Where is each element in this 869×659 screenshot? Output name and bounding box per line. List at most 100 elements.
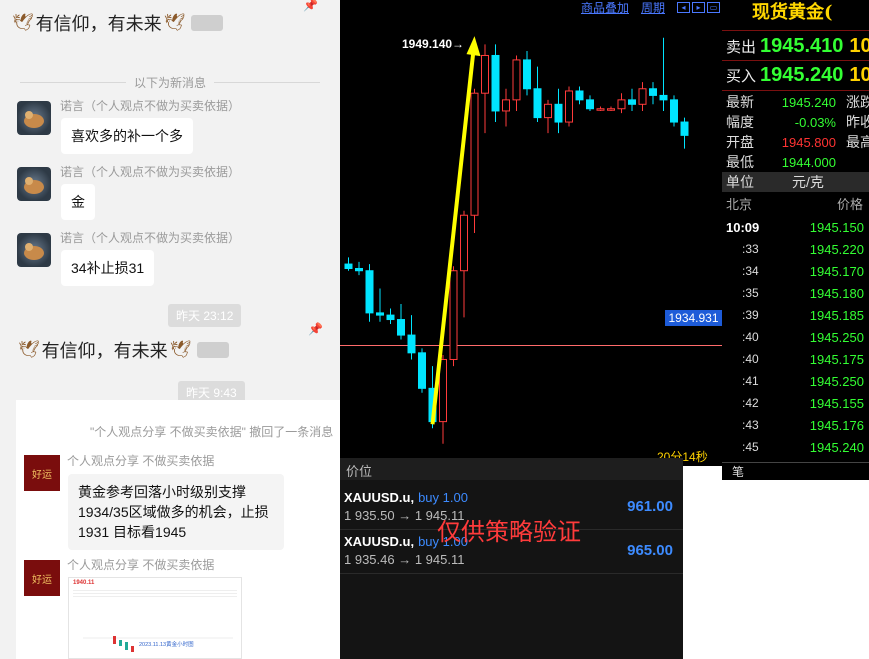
position-side: buy 1.00 — [418, 490, 468, 505]
blank-area — [683, 480, 869, 659]
candlestick-chart-panel[interactable]: 商品叠加 周期 ◂ ▸ ▭ — [340, 0, 722, 466]
timestamp: 昨天 23:12 — [168, 304, 242, 327]
positions-header: 价位 — [340, 458, 683, 480]
tick-price: 1945.176 — [809, 417, 864, 433]
candle-body — [365, 270, 374, 314]
candle-body — [628, 99, 636, 105]
sell-quote[interactable]: 卖出 1945.410 10 — [722, 30, 869, 61]
message-bubble[interactable]: 34补止损31 — [61, 250, 155, 286]
mini-chart — [83, 636, 233, 652]
user-avatar[interactable] — [17, 101, 51, 135]
candle-body — [344, 263, 353, 270]
position-symbol: XAUUSD.u, — [344, 534, 415, 549]
current-price-tag: 1934.931 — [665, 310, 722, 326]
candle-body — [575, 90, 584, 101]
sender-name: 诺言（个人观点不做为买卖依据） — [60, 165, 241, 179]
chart-screenshot-thumbnail[interactable]: 1940.11 2023.11.13黄金小时图 — [68, 577, 242, 659]
tick-time: :33 — [742, 242, 759, 256]
pinned-message-1[interactable]: 🕊 有信仰，有未来 🕊 — [12, 10, 224, 36]
stat-low: 最低 1944.000 — [726, 154, 836, 170]
new-messages-divider: 以下为新消息 — [20, 74, 321, 91]
tick-price: 1945.220 — [809, 241, 864, 257]
position-symbol: XAUUSD.u, — [344, 490, 415, 505]
candle-body — [407, 334, 416, 354]
tick-header: 北京 价格 — [726, 197, 863, 212]
position-profit: 965.00 — [627, 542, 673, 559]
tick-price: 1945.175 — [809, 351, 864, 367]
pin-icon[interactable]: 📌 — [308, 322, 323, 336]
position-profit: 961.00 — [627, 498, 673, 515]
candle-body — [355, 268, 363, 272]
tick-footer: 笔 — [722, 462, 869, 480]
pin-icon[interactable]: 📌 — [303, 0, 318, 12]
candle-body — [617, 99, 626, 110]
positions-panel: 价位 XAUUSD.u, buy 1.00 1 935.50 → 1 945.11… — [340, 458, 683, 659]
stat-latest: 最新 1945.240 涨跌 — [726, 94, 869, 110]
recall-notice: "个人观点分享 不做买卖依据" 撤回了一条消息 — [90, 425, 334, 439]
stat-open: 开盘 1945.800 最高 — [726, 134, 869, 150]
candle-body — [659, 94, 668, 101]
sender-name: 个人观点分享 不做买卖依据 — [67, 558, 215, 572]
tick-time: :43 — [742, 418, 759, 432]
tick-time: 10:09 — [726, 219, 760, 235]
bird-icon: 🕊 — [169, 340, 192, 359]
tick-row: 10:09 1945.150 — [722, 216, 869, 238]
tick-row: :45 1945.240 — [722, 436, 869, 458]
sender-name: 诺言（个人观点不做为买卖依据） — [60, 231, 241, 245]
blurred-name — [197, 342, 230, 358]
sender-name: 个人观点分享 不做买卖依据 — [67, 454, 215, 468]
candle-body — [680, 121, 689, 136]
tick-time: :35 — [742, 286, 759, 300]
tick-time: :41 — [742, 374, 759, 388]
tick-price: 1945.185 — [809, 307, 864, 323]
tick-time: :40 — [742, 352, 759, 366]
candle-body — [376, 312, 384, 316]
candle-body — [638, 88, 647, 105]
tick-row: :43 1945.176 — [722, 414, 869, 436]
chat-panel: 🕊 有信仰，有未来 🕊 📌 以下为新消息 诺言（个人观点不做为买卖依据） 喜欢多… — [0, 0, 340, 659]
tick-price: 1945.170 — [809, 263, 864, 279]
bird-icon: 🕊 — [18, 340, 40, 359]
message-bubble[interactable]: 金 — [61, 184, 95, 220]
candle-body — [502, 99, 510, 112]
candle-body — [649, 88, 657, 96]
bird-icon: 🕊 — [12, 13, 34, 32]
buy-quote[interactable]: 买入 1945.240 10 — [722, 60, 869, 91]
message-bubble[interactable]: 黄金参考回落小时级别支撑1934/35区域做多的机会，止损1931 目标看194… — [68, 474, 284, 550]
candle-body — [565, 90, 573, 123]
mini-caption: 2023.11.13黄金小时图 — [139, 642, 194, 648]
user-avatar[interactable] — [17, 167, 51, 201]
bird-icon: 🕊 — [163, 13, 186, 32]
candle-body — [596, 108, 605, 111]
tick-price: 1945.150 — [809, 219, 864, 235]
user-avatar[interactable] — [17, 233, 51, 267]
message-bubble[interactable]: 喜欢多的补一个多 — [61, 118, 193, 154]
watermark-text: 仅供策略验证 — [437, 518, 581, 546]
quote-panel: 现货黄金( 卖出 1945.410 10 买入 1945.240 10 最新 19… — [722, 0, 869, 480]
analyst-avatar[interactable]: 好运 — [24, 560, 60, 596]
tick-time: :45 — [742, 440, 759, 454]
pinned-message-2[interactable]: 🕊 有信仰，有未来 🕊 — [18, 337, 230, 363]
position-prices: 1 935.46 → 1 945.11 — [344, 552, 465, 567]
candle-body — [607, 108, 615, 111]
tick-row: :41 1945.250 — [722, 370, 869, 392]
candle-body — [418, 352, 426, 389]
tick-time: :42 — [742, 396, 759, 410]
analyst-avatar[interactable]: 好运 — [24, 455, 60, 491]
candle-body — [460, 214, 468, 272]
candle-body — [670, 99, 678, 123]
candlestick-plot[interactable] — [340, 0, 722, 466]
candle-body — [554, 103, 563, 123]
candle-body — [481, 54, 489, 94]
tick-row: :42 1945.155 — [722, 392, 869, 414]
tick-price: 1945.250 — [809, 329, 864, 345]
candle-body — [512, 59, 521, 101]
tick-time: :40 — [742, 330, 759, 344]
tick-time: :34 — [742, 264, 759, 278]
candle-body — [586, 99, 594, 110]
instrument-title: 现货黄金( — [722, 0, 869, 26]
tick-price: 1945.250 — [809, 373, 864, 389]
candle-body — [470, 92, 479, 216]
candle-body — [397, 319, 405, 336]
tick-row: :40 1945.175 — [722, 348, 869, 370]
